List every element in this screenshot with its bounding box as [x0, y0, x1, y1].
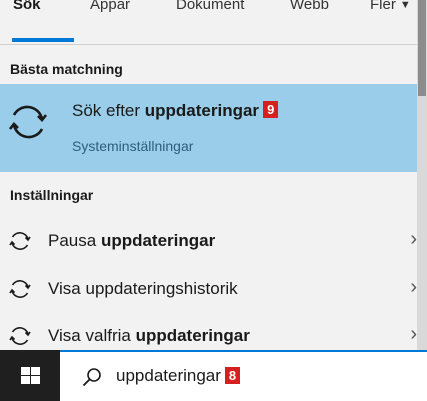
settings-item-bold: uppdateringar: [100, 231, 216, 250]
vertical-scrollbar[interactable]: [417, 0, 427, 350]
search-icon: [82, 368, 101, 387]
best-match-title: Sök efter uppdateringar 9: [72, 101, 279, 121]
tab-fler-label: Fler: [370, 0, 396, 13]
search-tabs: Sök Appar Dokument Webb Fler ▼: [0, 0, 417, 44]
chevron-right-icon: ›: [410, 228, 417, 250]
taskbar: uppdateringar 8: [0, 350, 427, 401]
active-tab-indicator: [12, 38, 74, 42]
sync-icon: [8, 105, 48, 139]
tab-sok[interactable]: Sök: [13, 0, 41, 13]
settings-header: Inställningar: [10, 187, 94, 203]
scrollbar-thumb[interactable]: [418, 0, 426, 96]
sync-icon: [9, 280, 31, 298]
annotation-badge-9: 9: [263, 101, 279, 118]
sync-icon: [9, 232, 31, 250]
search-input[interactable]: uppdateringar 8: [116, 366, 241, 386]
tabs-divider: [0, 44, 417, 45]
tab-dokument[interactable]: Dokument: [176, 0, 244, 13]
search-input-value: uppdateringar: [116, 366, 221, 385]
annotation-badge-8: 8: [224, 367, 241, 384]
tab-webb[interactable]: Webb: [290, 0, 329, 13]
best-match-header: Bästa matchning: [10, 61, 123, 77]
settings-item-label: Visa uppdateringshistorik: [48, 279, 238, 299]
best-match-title-bold: uppdateringar: [144, 101, 260, 120]
sync-icon: [9, 327, 31, 345]
settings-item-historik[interactable]: Visa uppdateringshistorik ›: [0, 265, 417, 313]
chevron-right-icon: ›: [410, 276, 417, 298]
settings-item-label: Pausa uppdateringar: [48, 231, 215, 251]
settings-item-bold: uppdateringar: [135, 326, 250, 345]
caret-down-icon: ▼: [399, 0, 411, 11]
settings-item-label: Visa valfria uppdateringar: [48, 326, 250, 346]
settings-item-pausa[interactable]: Pausa uppdateringar ›: [0, 217, 417, 265]
tab-fler[interactable]: Fler ▼: [370, 0, 411, 14]
best-match-result[interactable]: Sök efter uppdateringar 9 Systeminställni…: [0, 84, 417, 172]
windows-start-icon[interactable]: [21, 367, 40, 384]
tab-appar[interactable]: Appar: [90, 0, 130, 13]
best-match-title-prefix: Sök efter: [72, 101, 145, 120]
settings-item-prefix: Visa uppdateringshistorik: [48, 279, 238, 298]
taskbar-search-box[interactable]: uppdateringar 8: [60, 350, 427, 401]
settings-item-prefix: Pausa: [48, 231, 101, 250]
settings-item-prefix: Visa valfria: [48, 326, 136, 345]
chevron-right-icon: ›: [410, 323, 417, 345]
best-match-subtitle: Systeminställningar: [72, 138, 194, 154]
